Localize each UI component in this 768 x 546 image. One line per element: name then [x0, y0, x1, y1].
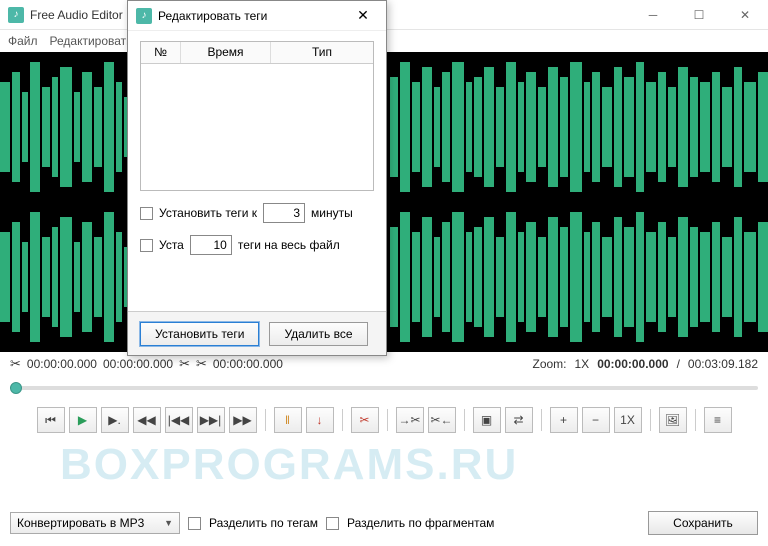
- set-tags-button[interactable]: Установить теги: [140, 322, 259, 346]
- marker-down-button[interactable]: ↓: [306, 407, 334, 433]
- flip-button[interactable]: ⇄: [505, 407, 533, 433]
- zoom-out-button[interactable]: −: [582, 407, 610, 433]
- set-tags-count-label: Уста: [159, 238, 184, 252]
- set-tags-interval-checkbox[interactable]: [140, 207, 153, 220]
- close-button[interactable]: ✕: [722, 0, 768, 30]
- split-by-fragments-label: Разделить по фрагментам: [347, 516, 494, 530]
- tags-count-input[interactable]: [190, 235, 232, 255]
- zoom-value: 1X: [575, 357, 590, 371]
- toolbar-separator: [342, 409, 343, 431]
- play-button[interactable]: ▶: [69, 407, 97, 433]
- scissors-icon: ✂: [179, 356, 190, 372]
- pause-marker-button[interactable]: ‖: [274, 407, 302, 433]
- menu-file[interactable]: Файл: [8, 34, 38, 48]
- next-button[interactable]: ▶▶|: [197, 407, 225, 433]
- interval-unit-label: минуты: [311, 206, 353, 220]
- col-type[interactable]: Тип: [271, 42, 373, 63]
- cut-button[interactable]: ✂: [351, 407, 379, 433]
- skip-start-button[interactable]: ⏮: [37, 407, 65, 433]
- zoom-label: Zoom:: [532, 357, 566, 371]
- app-icon: ♪: [8, 7, 24, 23]
- crop-button[interactable]: ▣: [473, 407, 501, 433]
- zoom-in-button[interactable]: +: [550, 407, 578, 433]
- convert-format-label: Конвертировать в MP3: [17, 516, 144, 530]
- set-tags-count-checkbox[interactable]: [140, 239, 153, 252]
- maximize-button[interactable]: ☐: [676, 0, 722, 30]
- convert-format-combo[interactable]: Конвертировать в MP3 ▼: [10, 512, 180, 534]
- tags-count-suffix-label: теги на весь файл: [238, 238, 340, 252]
- dialog-title: Редактировать теги: [158, 9, 267, 23]
- col-number[interactable]: №: [141, 42, 181, 63]
- table-header: № Время Тип: [141, 42, 373, 64]
- app-icon: ♪: [136, 8, 152, 24]
- duration-sep: /: [677, 357, 680, 371]
- edit-tags-dialog: ♪ Редактировать теги ✕ № Время Тип Устан…: [127, 0, 387, 356]
- split-by-fragments-checkbox[interactable]: [326, 517, 339, 530]
- chevron-down-icon: ▼: [164, 518, 173, 528]
- toolbar-separator: [387, 409, 388, 431]
- interval-minutes-input[interactable]: [263, 203, 305, 223]
- save-button[interactable]: Сохранить: [648, 511, 758, 535]
- toolbar-separator: [265, 409, 266, 431]
- zoom-reset-button[interactable]: 1X: [614, 407, 642, 433]
- position-slider-row: [0, 376, 768, 400]
- menu-edit[interactable]: Редактировать: [50, 34, 133, 48]
- delete-all-button[interactable]: Удалить все: [269, 322, 367, 346]
- bottom-bar: Конвертировать в MP3 ▼ Разделить по тега…: [0, 508, 768, 538]
- set-tags-interval-label: Установить теги к: [159, 206, 257, 220]
- watermark-text: BOXPROGRAMS.RU: [60, 440, 518, 490]
- prev-button[interactable]: |◀◀: [165, 407, 193, 433]
- scissors-icon: ✂: [196, 356, 207, 372]
- position-time: 00:00:00.000: [597, 357, 668, 371]
- scissors-icon: ✂: [10, 356, 21, 372]
- transport-toolbar: ⏮ ▶ ▶. ◀◀ |◀◀ ▶▶| ▶▶ ‖ ↓ ✂ →✂ ✂← ▣ ⇄ + −…: [0, 400, 768, 440]
- settings-button[interactable]: ≡: [704, 407, 732, 433]
- minimize-button[interactable]: ─: [630, 0, 676, 30]
- dialog-footer: Установить теги Удалить все: [128, 311, 386, 355]
- col-time[interactable]: Время: [181, 42, 271, 63]
- time-start: 00:00:00.000: [27, 357, 97, 371]
- dialog-titlebar: ♪ Редактировать теги ✕: [128, 1, 386, 31]
- toolbar-separator: [695, 409, 696, 431]
- forward-button[interactable]: ▶▶: [229, 407, 257, 433]
- toolbar-separator: [541, 409, 542, 431]
- time-mid: 00:00:00.000: [103, 357, 173, 371]
- trim-right-button[interactable]: ✂←: [428, 407, 456, 433]
- play-selection-button[interactable]: ▶.: [101, 407, 129, 433]
- toolbar-separator: [650, 409, 651, 431]
- tags-table[interactable]: № Время Тип: [140, 41, 374, 191]
- duration-time: 00:03:09.182: [688, 357, 758, 371]
- dialog-close-button[interactable]: ✕: [348, 1, 378, 31]
- slider-thumb[interactable]: [10, 382, 22, 394]
- rewind-button[interactable]: ◀◀: [133, 407, 161, 433]
- image-button[interactable]: 🖼: [659, 407, 687, 433]
- split-by-tags-checkbox[interactable]: [188, 517, 201, 530]
- trim-left-button[interactable]: →✂: [396, 407, 424, 433]
- position-slider[interactable]: [10, 386, 758, 390]
- time-end: 00:00:00.000: [213, 357, 283, 371]
- toolbar-separator: [464, 409, 465, 431]
- split-by-tags-label: Разделить по тегам: [209, 516, 318, 530]
